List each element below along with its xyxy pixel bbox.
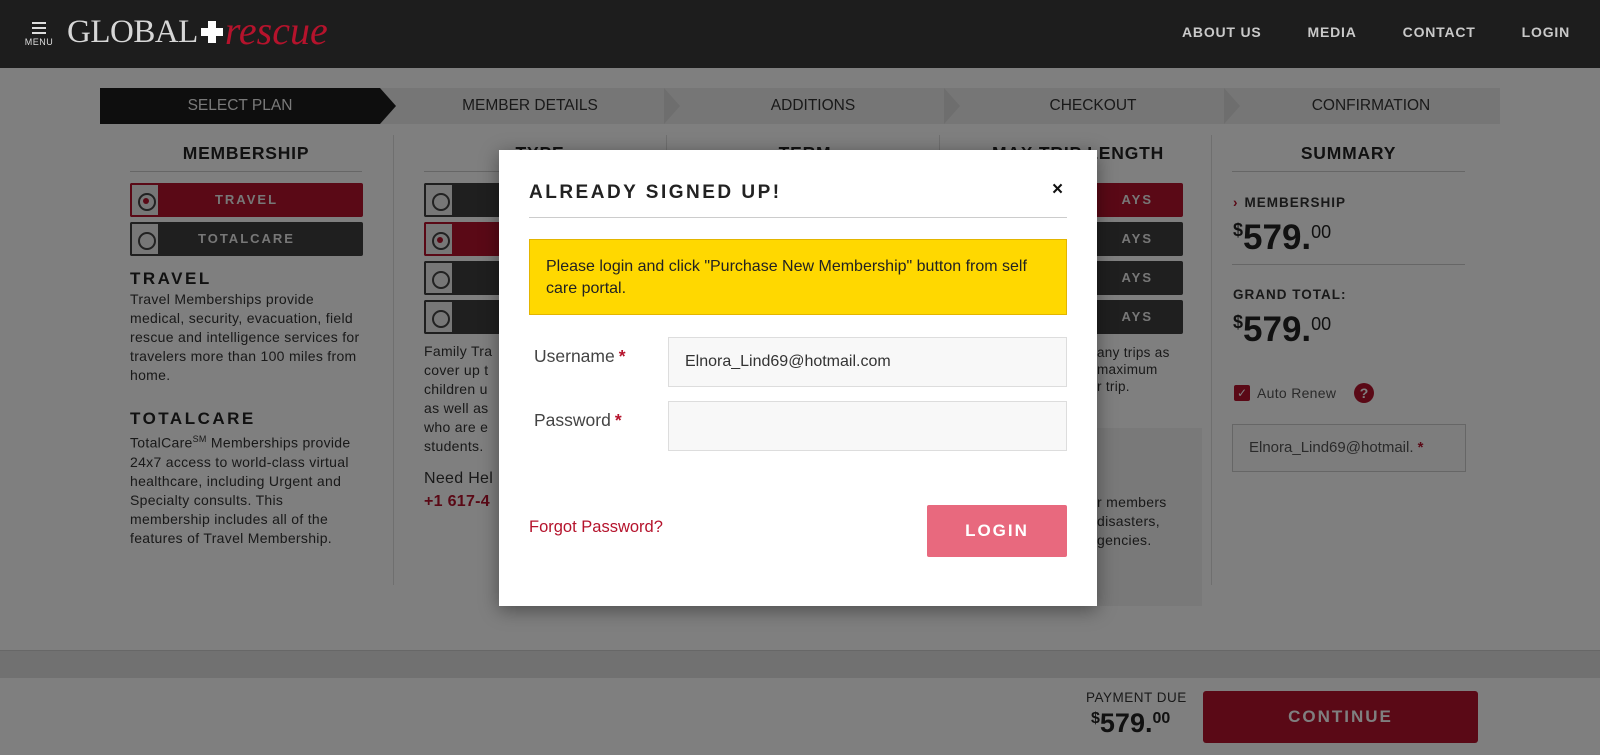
top-nav: ABOUT US MEDIA CONTACT LOGIN (1136, 24, 1570, 40)
logo-rescue-text: rescue (224, 7, 328, 53)
modal-title: ALREADY SIGNED UP! (529, 182, 782, 203)
login-button[interactable]: LOGIN (927, 505, 1067, 557)
nav-media[interactable]: MEDIA (1308, 24, 1357, 40)
global-rescue-logo[interactable]: GLOBAL rescue (67, 7, 328, 54)
nav-about-us[interactable]: ABOUT US (1182, 24, 1262, 40)
top-header: MENU GLOBAL rescue ABOUT US MEDIA CONTAC… (0, 0, 1600, 68)
menu-button[interactable]: MENU (22, 22, 56, 52)
username-input[interactable] (668, 337, 1067, 387)
signed-up-login-modal: ALREADY SIGNED UP! × Please login and cl… (499, 150, 1097, 606)
nav-contact[interactable]: CONTACT (1403, 24, 1476, 40)
username-label-text: Username (534, 346, 615, 366)
required-asterisk: * (618, 346, 626, 366)
close-icon[interactable]: × (1052, 179, 1063, 201)
forgot-password-link[interactable]: Forgot Password? (529, 518, 663, 537)
username-label: Username * (534, 346, 626, 367)
password-input[interactable] (668, 401, 1067, 451)
nav-login[interactable]: LOGIN (1522, 24, 1570, 40)
required-asterisk: * (614, 410, 622, 430)
hamburger-icon (32, 22, 46, 34)
password-label: Password * (534, 410, 622, 431)
password-label-text: Password (534, 410, 611, 430)
logo-global-text: GLOBAL (67, 13, 198, 50)
info-alert: Please login and click "Purchase New Mem… (529, 239, 1067, 315)
logo-cross-icon (200, 21, 223, 43)
modal-divider (529, 217, 1067, 218)
menu-label: MENU (24, 37, 54, 47)
